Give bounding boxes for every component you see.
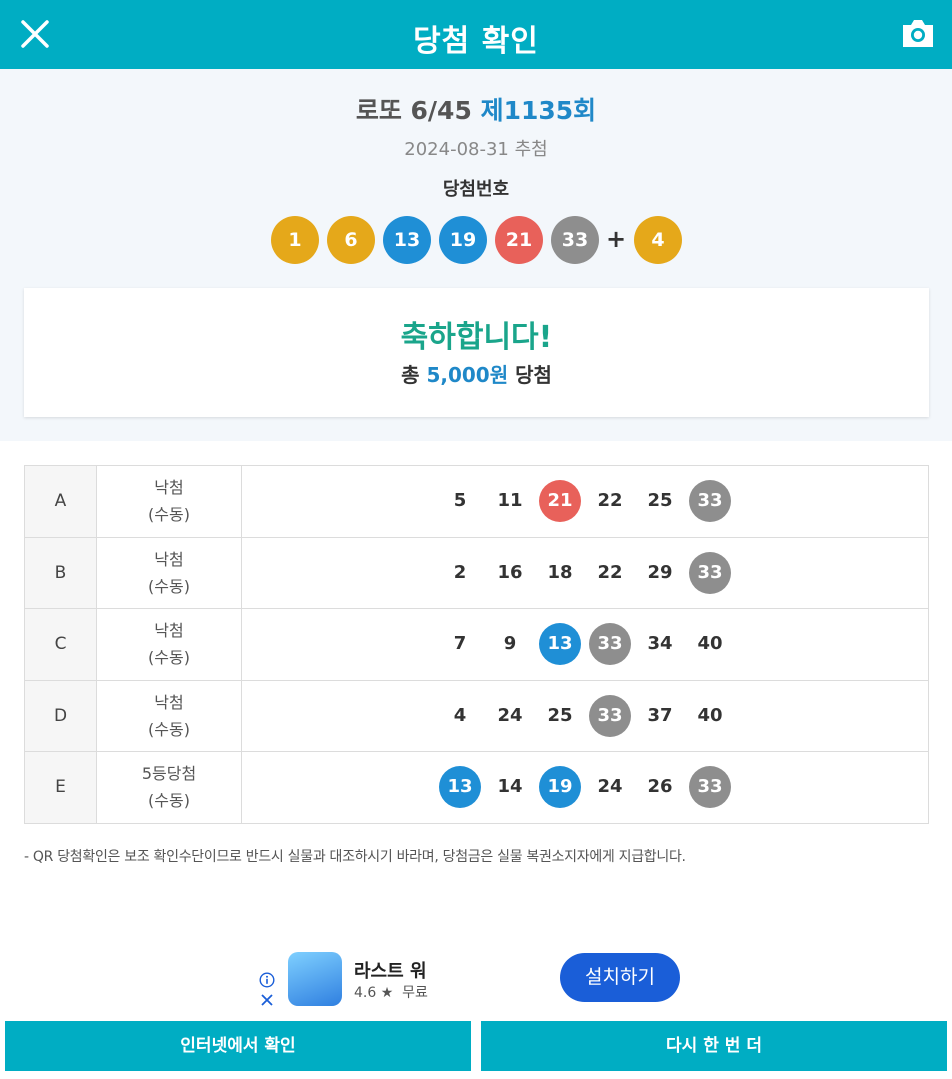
game-numbers: 2 16 18 22 29 33 [241,536,929,609]
winning-numbers-label: 당첨번호 [442,179,510,200]
winning-numbers: 1 6 13 19 21 33 + 4 [271,216,691,264]
result-text: 낙첨 [154,621,184,641]
matched-number: 13 [539,623,581,665]
matched-number: 21 [539,480,581,522]
game-result: 5등당첨 (수동) [96,751,242,824]
game-numbers: 7 9 13 33 34 40 [241,608,929,681]
result-text: 낙첨 [154,549,184,569]
app-icon[interactable] [288,952,342,1006]
mode-text: (수동) [148,576,190,596]
game-result: 낙첨 (수동) [96,608,242,681]
game-row: C 낙첨 (수동) 7 9 13 33 34 40 [24,608,929,681]
install-button[interactable]: 설치하기 [560,953,680,1002]
game-row: D 낙첨 (수동) 4 24 25 33 37 40 [24,679,929,752]
app-rating: 4.6 ★ 무료 [354,982,428,1002]
game-result: 낙첨 (수동) [96,536,242,609]
game-number: 40 [697,704,723,726]
close-icon[interactable] [259,992,275,1008]
game-number: 11 [497,490,523,511]
game-number: 25 [547,704,573,726]
game-numbers: 5 11 21 22 25 33 [241,465,929,538]
mode-text: (수동) [148,791,190,811]
game-number: 14 [497,776,523,797]
camera-icon[interactable] [900,16,936,50]
game-number: 9 [503,633,517,654]
round-title: 로또 6/45 제1135회 [0,91,952,127]
game-number: 24 [497,704,523,726]
result-card: 축하합니다! 총 5,000원 당첨 [24,288,929,417]
game-number: 18 [547,561,573,583]
game-number: 4 [453,704,467,726]
game-row: A 낙첨 (수동) 5 11 21 22 25 33 [24,465,929,538]
matched-number: 33 [689,551,731,594]
matched-number: 19 [539,766,581,808]
draw-date: 2024-08-31 추첨 [404,139,548,160]
game-label: C [24,608,97,681]
result-text: 낙첨 [154,692,184,712]
game-label: D [24,679,97,752]
game-number: 5 [453,490,467,511]
matched-number: 33 [689,480,731,522]
game-number: 37 [647,704,673,726]
draw-summary: 로또 6/45 제1135회 2024-08-31 추첨 당첨번호 1 6 13… [0,69,952,441]
disclaimer-note: - QR 당첨확인은 보조 확인수단이므로 반드시 실물과 대조하시기 바라며,… [24,849,686,865]
bonus-ball: 4 [634,216,682,264]
game-number: 2 [453,561,467,583]
winning-ball: 13 [383,216,431,264]
winning-ball: 6 [327,216,375,264]
web-check-button[interactable]: 인터넷에서 확인 [5,1021,471,1071]
round-number: 제1135회 [480,96,597,125]
rating-value: 4.6 ★ [354,985,394,1001]
info-icon[interactable] [259,972,275,988]
app-name[interactable]: 라스트 워 [354,957,427,983]
total-prefix: 총 [401,363,420,387]
mode-text: (수동) [148,505,190,525]
game-label: E [24,751,97,824]
mode-text: (수동) [148,648,190,668]
lotto-name: 로또 6/45 [355,96,472,125]
game-result: 낙첨 (수동) [96,679,242,752]
game-numbers: 4 24 25 33 37 40 [241,679,929,752]
matched-number: 33 [589,623,631,665]
game-number: 16 [497,561,523,583]
matched-number: 33 [689,766,731,808]
game-number: 26 [647,776,673,797]
game-number: 7 [453,633,467,654]
total-prize: 총 5,000원 당첨 [24,359,929,388]
plus-sign: + [606,225,627,253]
total-amount: 5,000원 [426,363,509,387]
page-title: 당첨 확인 [413,24,539,59]
game-number: 25 [647,490,673,511]
game-numbers: 13 14 19 24 26 33 [241,751,929,824]
game-result: 낙첨 (수동) [96,465,242,538]
result-text: 5등당첨 [141,764,197,784]
total-suffix: 당첨 [515,363,552,387]
game-number: 40 [697,633,723,654]
app-price: 무료 [402,985,428,1001]
congrats-text: 축하합니다! [400,320,553,355]
game-number: 24 [597,776,623,797]
winning-ball: 19 [439,216,487,264]
result-text: 낙첨 [154,478,184,498]
matched-number: 33 [589,694,631,737]
ad-banner[interactable]: 라스트 워 4.6 ★ 무료 설치하기 [255,944,697,1012]
game-number: 34 [647,633,673,654]
winning-ball: 1 [271,216,319,264]
game-number: 29 [647,561,673,583]
mode-text: (수동) [148,719,190,739]
matched-number: 13 [439,766,481,808]
game-label: A [24,465,97,538]
winning-ball: 33 [551,216,599,264]
game-row: E 5등당첨 (수동) 13 14 19 24 26 33 [24,751,929,824]
retry-button[interactable]: 다시 한 번 더 [481,1021,947,1071]
game-number: 22 [597,490,623,511]
game-label: B [24,536,97,609]
game-number: 22 [597,561,623,583]
games-table: A 낙첨 (수동) 5 11 21 22 25 33 B 낙첨 (수동) 2 16 18 22 29 33 C 낙첨 (… [24,465,929,824]
winning-ball: 21 [495,216,543,264]
top-bar: 당첨 확인 [0,0,952,69]
game-row: B 낙첨 (수동) 2 16 18 22 29 33 [24,536,929,609]
